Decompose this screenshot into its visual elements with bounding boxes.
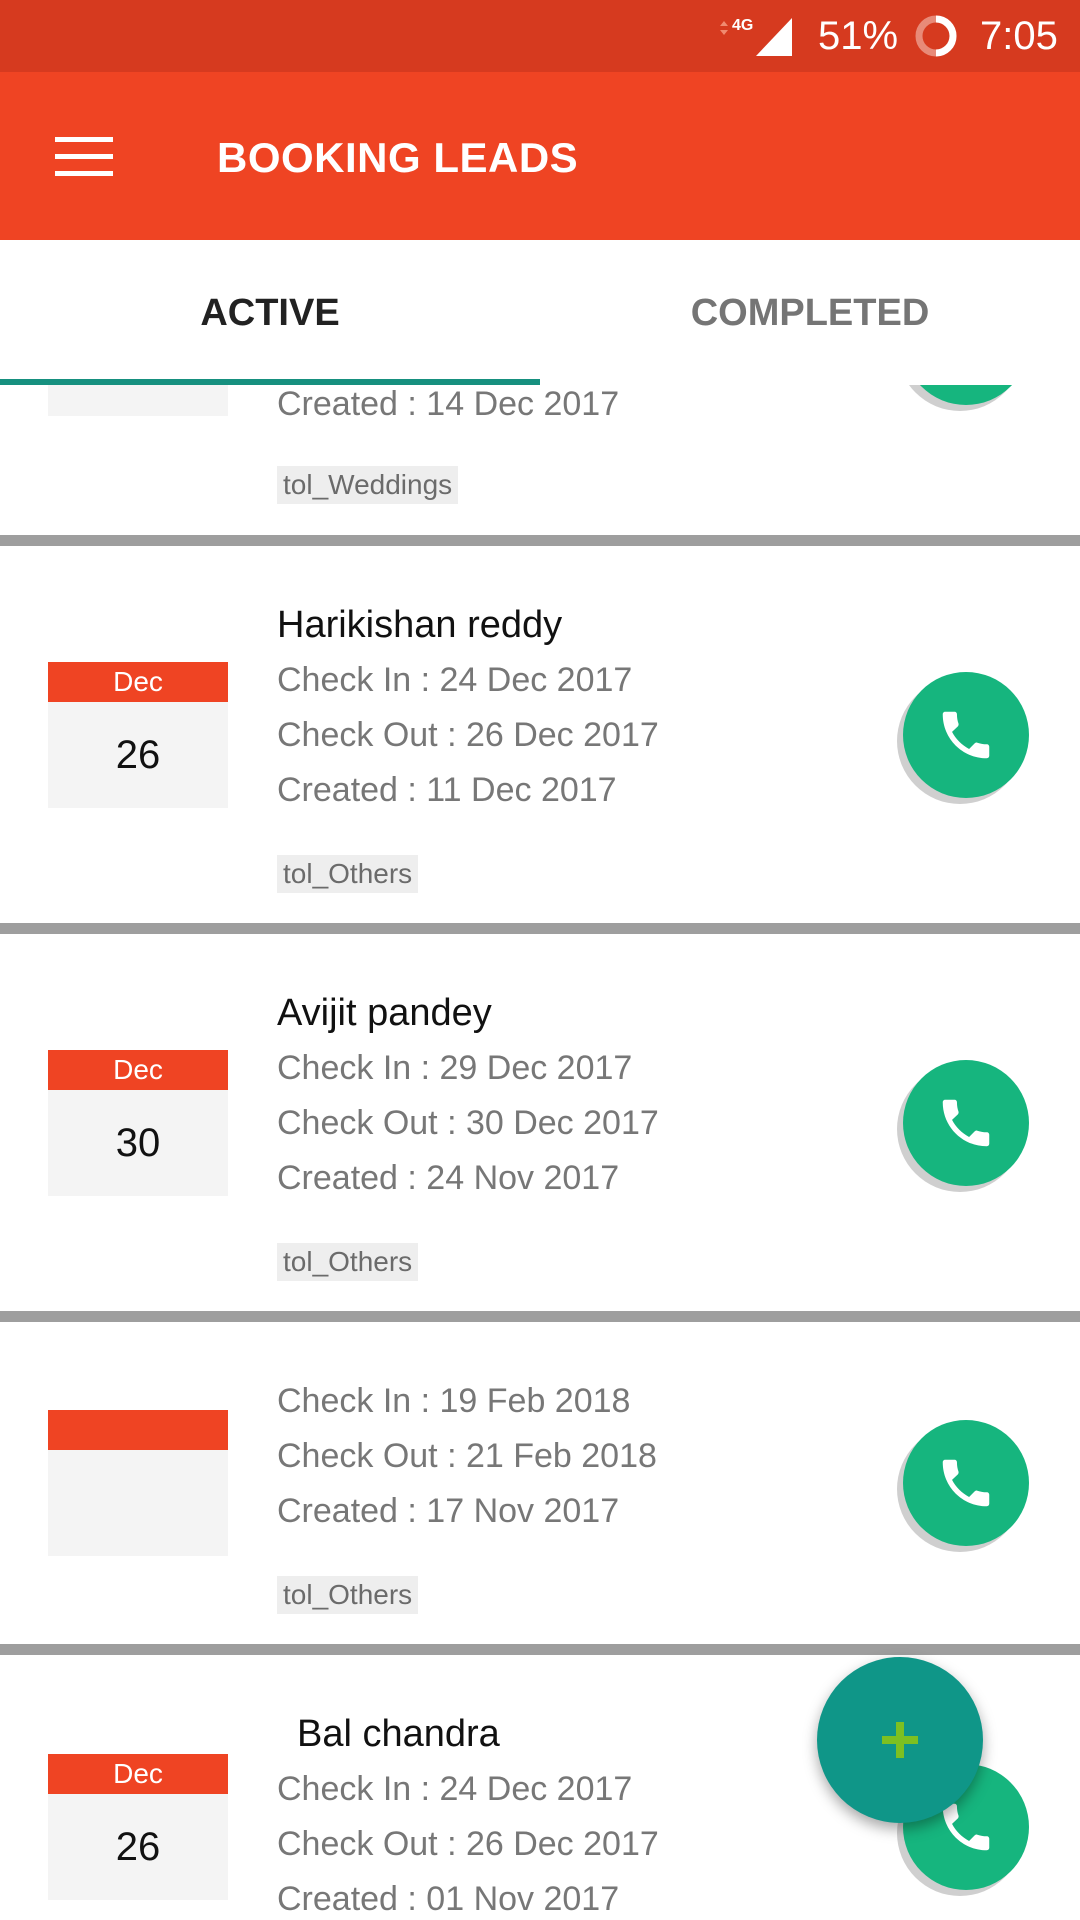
day: 30 (115, 1120, 161, 1165)
divider (0, 1311, 1080, 1322)
lead-name: Avijit pandey (277, 992, 492, 1034)
divider (0, 923, 1080, 934)
divider (0, 535, 1080, 546)
call-button[interactable] (903, 385, 1029, 405)
check-out: Check Out : 30 Dec 2017 (277, 1104, 659, 1142)
month: Dec (48, 1049, 228, 1090)
svg-text:4G: 4G (732, 17, 753, 34)
divider (0, 1644, 1080, 1655)
lead-tag: tol_Others (277, 855, 419, 893)
lead-card[interactable]: Check In : 19 Feb 2018 Check Out : 21 Fe… (0, 1322, 1080, 1644)
created-date: Created : 24 Nov 2017 (277, 1159, 620, 1197)
lead-tag: tol_Others (277, 1576, 419, 1614)
check-out: Check Out : 26 Dec 2017 (277, 1825, 659, 1863)
lead-tag: tol_Others (277, 1243, 419, 1281)
check-in: Check In : 19 Feb 2018 (277, 1382, 631, 1420)
app-bar: BOOKING LEADS (0, 72, 1080, 240)
call-button[interactable] (903, 1059, 1029, 1186)
battery-icon (915, 15, 957, 57)
check-out: Check Out : 21 Feb 2018 (277, 1437, 657, 1475)
day: 26 (115, 1825, 161, 1869)
page-title: BOOKING LEADS (217, 134, 579, 181)
tab-active[interactable]: ACTIVE (0, 240, 540, 385)
clock: 7:05 (980, 14, 1058, 58)
calendar-badge: Dec 26 (48, 1754, 228, 1900)
lead-card[interactable]: Dec 30 Avijit pandey Check In : 29 Dec 20… (0, 934, 1080, 1311)
created-date: Created : 11 Dec 2017 (277, 771, 617, 809)
lead-name: Harikishan reddy (277, 604, 563, 646)
lead-tag: tol_Weddings (277, 466, 459, 504)
status-bar: 4G 51% 7:05 (0, 0, 1080, 72)
lead-card[interactable]: Created : 14 Dec 2017 tol_Weddings (0, 385, 1080, 535)
created-date: Created : 01 Nov 2017 (277, 1880, 620, 1918)
check-out: Check Out : 26 Dec 2017 (277, 716, 659, 754)
day: 26 (115, 732, 161, 777)
calendar-badge: Dec 26 (48, 661, 228, 808)
plus-icon (882, 1722, 918, 1758)
phone-icon (942, 1459, 990, 1507)
add-lead-button[interactable] (817, 1657, 983, 1823)
calendar-badge (48, 1410, 228, 1556)
hamburger-icon[interactable] (55, 137, 113, 177)
created-date: Created : 17 Nov 2017 (277, 1492, 620, 1530)
tab-indicator (0, 379, 540, 385)
phone-icon (942, 1099, 990, 1146)
call-button[interactable] (903, 671, 1029, 798)
check-in: Check In : 24 Dec 2017 (277, 661, 633, 699)
tab-completed[interactable]: COMPLETED (540, 240, 1080, 385)
month: Dec (48, 1754, 228, 1794)
call-button[interactable] (903, 1420, 1029, 1546)
battery-percent: 51% (818, 14, 899, 58)
check-in: Check In : 29 Dec 2017 (277, 1049, 633, 1087)
lead-card[interactable]: Dec 26 Harikishan reddy Check In : 24 Dec… (0, 546, 1080, 923)
calendar-badge: Dec 30 (48, 1049, 228, 1196)
month: Dec (48, 661, 228, 702)
phone-icon (942, 711, 990, 758)
calendar-badge (48, 385, 228, 416)
month (48, 1410, 228, 1450)
tab-bar: ACTIVE COMPLETED (0, 240, 1080, 385)
created-date: Created : 14 Dec 2017 (277, 385, 620, 423)
signal-4g-icon: 4G (720, 17, 792, 56)
lead-name: Bal chandra (297, 1713, 500, 1755)
check-in: Check In : 24 Dec 2017 (277, 1770, 633, 1808)
